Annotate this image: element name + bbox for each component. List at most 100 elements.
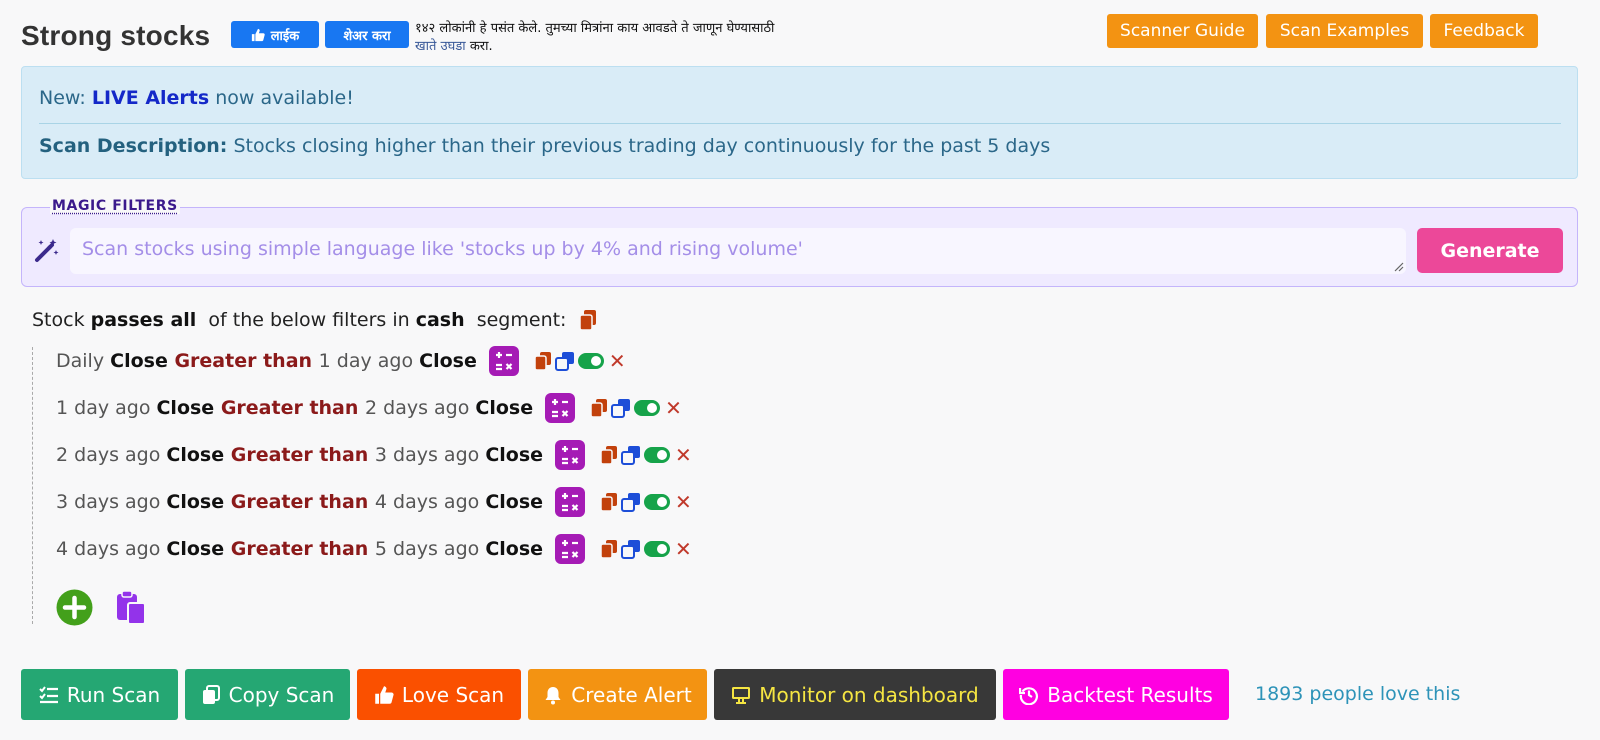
remove-filter-icon[interactable]: ✕	[665, 396, 682, 420]
summary-p3: of the below filters in	[196, 309, 416, 331]
scan-description: Scan Description: Stocks closing higher …	[39, 135, 1050, 157]
page-title: Strong stocks	[21, 20, 211, 51]
news-line: New: LIVE Alerts now available!	[39, 87, 354, 109]
generate-button[interactable]: Generate	[1417, 228, 1563, 273]
copy-filter-icon[interactable]	[533, 351, 553, 371]
duplicate-filter-icon[interactable]	[621, 445, 641, 465]
lhs-field[interactable]: Close	[166, 538, 224, 560]
create-alert-button[interactable]: Create Alert	[528, 669, 707, 720]
lhs-field[interactable]: Close	[166, 444, 224, 466]
rhs-field[interactable]: Close	[475, 397, 533, 419]
summary-p1: Stock	[32, 309, 91, 331]
love-scan-label: Love Scan	[401, 682, 505, 707]
rhs-field[interactable]: Close	[485, 538, 543, 560]
copy-filter-icon[interactable]	[599, 492, 619, 512]
passes-all-dropdown[interactable]: passes all	[91, 309, 197, 331]
copy-icon	[202, 684, 220, 704]
filter-row: 4 days ago Close Greater than 5 days ago…	[56, 534, 692, 564]
toggle-on-icon[interactable]	[644, 493, 671, 511]
duplicate-filter-icon[interactable]	[621, 492, 641, 512]
calculator-icon[interactable]	[555, 440, 586, 470]
fb-social-text: १४२ लोकांनी हे पसंत केले. तुमच्या मित्रा…	[415, 20, 855, 56]
lhs-period[interactable]: 4 days ago	[56, 538, 166, 560]
toggle-on-icon[interactable]	[644, 446, 671, 464]
bell-icon	[545, 686, 561, 704]
calculator-icon[interactable]	[555, 534, 586, 564]
duplicate-filter-icon[interactable]	[611, 398, 631, 418]
calculator-icon[interactable]	[545, 393, 576, 423]
copy-filter-icon[interactable]	[589, 398, 609, 418]
lhs-period[interactable]: 3 days ago	[56, 491, 166, 513]
monitor-dashboard-button[interactable]: Monitor on dashboard	[714, 669, 996, 720]
toggle-on-icon[interactable]	[644, 540, 671, 558]
news-prefix: New:	[39, 87, 92, 109]
toggle-on-icon[interactable]	[577, 352, 604, 370]
operator[interactable]: Greater than	[214, 397, 365, 419]
remove-filter-icon[interactable]: ✕	[675, 443, 692, 467]
operator[interactable]: Greater than	[224, 444, 375, 466]
magic-wand-icon	[35, 239, 59, 262]
fb-share-button[interactable]: शेअर करा	[325, 21, 409, 48]
filter-group-rail	[32, 347, 33, 624]
lhs-field[interactable]: Close	[110, 350, 168, 372]
calculator-icon[interactable]	[555, 487, 586, 517]
desktop-icon	[732, 686, 751, 704]
fb-text-line1: १४२ लोकांनी हे पसंत केले. तुमच्या मित्रा…	[415, 21, 775, 36]
operator[interactable]: Greater than	[224, 538, 375, 560]
duplicate-filter-icon[interactable]	[621, 539, 641, 559]
lhs-period[interactable]: 1 day ago	[56, 397, 156, 419]
monitor-dashboard-label: Monitor on dashboard	[759, 682, 979, 707]
scan-examples-button[interactable]: Scan Examples	[1266, 14, 1423, 48]
list-check-icon	[39, 685, 58, 703]
calculator-icon[interactable]	[488, 346, 519, 376]
thumbs-up-icon	[251, 28, 265, 41]
run-scan-button[interactable]: Run Scan	[21, 669, 178, 720]
summary-p5: segment:	[464, 309, 567, 331]
copy-filter-icon[interactable]	[599, 445, 619, 465]
rhs-period[interactable]: 2 days ago	[365, 397, 475, 419]
rhs-field[interactable]: Close	[419, 350, 477, 372]
rhs-period[interactable]: 3 days ago	[375, 444, 485, 466]
feedback-button[interactable]: Feedback	[1430, 14, 1538, 48]
resize-grip-icon[interactable]	[1394, 262, 1404, 272]
add-filter-icon[interactable]	[56, 589, 93, 626]
remove-filter-icon[interactable]: ✕	[675, 490, 692, 514]
magic-filters-label[interactable]: MAGIC FILTERS	[50, 198, 180, 214]
magic-filter-input[interactable]	[70, 228, 1406, 274]
alert-divider	[39, 123, 1561, 124]
scanner-guide-button[interactable]: Scanner Guide	[1107, 14, 1258, 48]
rhs-period[interactable]: 1 day ago	[319, 350, 419, 372]
filter-row: Daily Close Greater than 1 day ago Close…	[56, 346, 626, 376]
scan-description-label: Scan Description:	[39, 135, 228, 157]
live-alerts-link[interactable]: LIVE Alerts	[92, 87, 209, 109]
operator[interactable]: Greater than	[168, 350, 319, 372]
rhs-period[interactable]: 5 days ago	[375, 538, 485, 560]
lhs-period[interactable]: Daily	[56, 350, 110, 372]
fb-open-account-link[interactable]: खाते उघडा	[415, 39, 466, 54]
lhs-field[interactable]: Close	[156, 397, 214, 419]
rhs-field[interactable]: Close	[485, 444, 543, 466]
remove-filter-icon[interactable]: ✕	[609, 349, 626, 373]
scan-description-text: Stocks closing higher than their previou…	[227, 135, 1051, 157]
create-alert-label: Create Alert	[571, 682, 692, 707]
copy-scan-label: Copy Scan	[228, 682, 335, 707]
copy-filter-icon[interactable]	[599, 539, 619, 559]
copy-icon[interactable]	[578, 309, 598, 331]
love-scan-button[interactable]: Love Scan	[357, 669, 521, 720]
lhs-period[interactable]: 2 days ago	[56, 444, 166, 466]
operator[interactable]: Greater than	[224, 491, 375, 513]
toggle-on-icon[interactable]	[634, 399, 661, 417]
rhs-field[interactable]: Close	[485, 491, 543, 513]
rhs-period[interactable]: 4 days ago	[375, 491, 485, 513]
backtest-results-button[interactable]: Backtest Results	[1003, 669, 1229, 720]
fb-share-label: शेअर करा	[343, 28, 391, 44]
paste-filters-icon[interactable]	[115, 590, 147, 626]
duplicate-filter-icon[interactable]	[554, 351, 575, 371]
fb-like-label: लाईक	[270, 28, 300, 44]
filter-summary: Stock passes all of the below filters in…	[32, 309, 598, 331]
segment-dropdown[interactable]: cash	[416, 309, 465, 331]
copy-scan-button[interactable]: Copy Scan	[185, 669, 350, 720]
lhs-field[interactable]: Close	[166, 491, 224, 513]
remove-filter-icon[interactable]: ✕	[675, 537, 692, 561]
fb-like-button[interactable]: लाईक	[231, 21, 319, 48]
